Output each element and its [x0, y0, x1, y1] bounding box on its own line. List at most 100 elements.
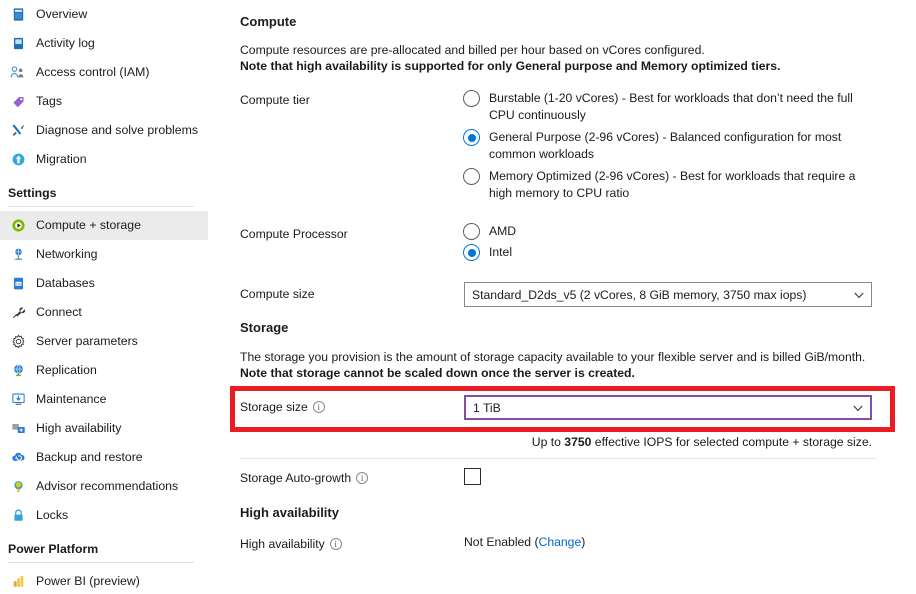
sidebar-item-label: Server parameters: [36, 334, 138, 348]
radio-burstable-label: Burstable (1-20 vCores) - Best for workl…: [489, 91, 853, 122]
sidebar-divider: [8, 206, 194, 207]
power-bi-icon: [8, 573, 28, 591]
sidebar-item-replication[interactable]: Replication: [0, 356, 208, 385]
radio-burstable[interactable]: [463, 90, 480, 107]
page-scrollbar-track[interactable]: [208, 0, 430, 594]
info-icon[interactable]: [329, 538, 342, 550]
compute-tier-radio-group[interactable]: Burstable (1-20 vCores) - Best for workl…: [463, 90, 888, 207]
storage-heading: Storage: [240, 320, 289, 335]
sidebar-item-label: Connect: [36, 305, 82, 319]
sidebar-item-overview[interactable]: Overview: [0, 0, 208, 29]
sidebar-item-advisor[interactable]: Advisor recommendations: [0, 472, 208, 501]
networking-icon: [8, 246, 28, 264]
sidebar-item-networking[interactable]: Networking: [0, 240, 208, 269]
sidebar-item-power-bi[interactable]: Power BI (preview): [0, 567, 208, 594]
sidebar-item-label: Databases: [36, 276, 95, 290]
migration-icon: [8, 151, 28, 169]
ha-status-suffix: ): [581, 535, 586, 549]
compute-description-line1: Compute resources are pre-allocated and …: [240, 43, 705, 57]
sidebar-item-backup-restore[interactable]: Backup and restore: [0, 443, 208, 472]
iops-prefix: Up to: [531, 435, 565, 449]
storage-size-label-text: Storage size: [240, 400, 308, 414]
radio-general-purpose-label: General Purpose (2-96 vCores) - Balanced…: [489, 130, 842, 161]
compute-description-line2: Note that high availability is supported…: [240, 59, 781, 73]
gear-icon: [8, 333, 28, 351]
svg-text:DB: DB: [16, 282, 21, 286]
compute-size-dropdown[interactable]: Standard_D2ds_v5 (2 vCores, 8 GiB memory…: [464, 282, 872, 307]
storage-description-line2: Note that storage cannot be scaled down …: [240, 366, 635, 380]
chevron-down-icon: [854, 292, 864, 298]
databases-icon: DB: [8, 275, 28, 293]
sidebar-item-connect[interactable]: Connect: [0, 298, 208, 327]
storage-size-label: Storage size: [240, 400, 325, 414]
storage-description-line1: The storage you provision is the amount …: [240, 350, 866, 364]
radio-intel[interactable]: [463, 244, 480, 261]
sidebar-item-label: Power BI (preview): [36, 574, 140, 588]
sidebar-item-label: Backup and restore: [36, 450, 143, 464]
storage-size-value: 1 TiB: [473, 400, 501, 415]
ha-status-prefix: Not Enabled (: [464, 535, 539, 549]
sidebar-item-databases[interactable]: DB Databases: [0, 269, 208, 298]
storage-autogrowth-label: Storage Auto-growth: [240, 471, 369, 485]
chevron-down-icon: [853, 405, 863, 411]
radio-intel-label: Intel: [489, 245, 513, 259]
storage-autogrowth-label-text: Storage Auto-growth: [240, 471, 352, 485]
sidebar-item-label: Locks: [36, 508, 69, 522]
storage-autogrowth-checkbox[interactable]: [464, 468, 481, 485]
radio-option-burstable[interactable]: Burstable (1-20 vCores) - Best for workl…: [463, 90, 888, 123]
access-control-icon: [8, 64, 28, 82]
section-divider: [240, 458, 876, 459]
sidebar-item-locks[interactable]: Locks: [0, 501, 208, 530]
sidebar-item-migration[interactable]: Migration: [0, 145, 208, 174]
sidebar-item-label: Overview: [36, 7, 88, 21]
iops-note: Up to 3750 effective IOPS for selected c…: [240, 434, 872, 450]
sidebar-item-server-parameters[interactable]: Server parameters: [0, 327, 208, 356]
sidebar-item-access-control[interactable]: Access control (IAM): [0, 58, 208, 87]
info-icon[interactable]: [312, 401, 325, 413]
radio-memory-optimized-label: Memory Optimized (2-96 vCores) - Best fo…: [489, 169, 856, 200]
sidebar-item-label: Activity log: [36, 36, 95, 50]
compute-size-label: Compute size: [240, 287, 315, 301]
radio-option-memory-optimized[interactable]: Memory Optimized (2-96 vCores) - Best fo…: [463, 168, 888, 201]
sidebar-item-label: High availability: [36, 421, 122, 435]
sidebar-item-maintenance[interactable]: Maintenance: [0, 385, 208, 414]
compute-storage-icon: [8, 217, 28, 235]
sidebar-group-power-platform: Power Platform: [8, 542, 99, 556]
portal-page: Overview Activity log Access control (IA…: [0, 0, 916, 594]
advisor-icon: [8, 478, 28, 496]
sidebar-item-tags[interactable]: Tags: [0, 87, 208, 116]
info-icon[interactable]: [356, 472, 369, 484]
tags-icon: [8, 93, 28, 111]
sidebar-item-compute-storage[interactable]: Compute + storage: [0, 211, 208, 240]
high-availability-status: Not Enabled (Change): [464, 534, 585, 550]
activity-log-icon: [8, 35, 28, 53]
storage-size-dropdown[interactable]: 1 TiB: [464, 395, 872, 420]
connect-icon: [8, 304, 28, 322]
sidebar-item-diagnose[interactable]: Diagnose and solve problems: [0, 116, 208, 145]
iops-value: 3750: [564, 435, 592, 449]
sidebar-item-label: Compute + storage: [36, 218, 141, 232]
compute-tier-label: Compute tier: [240, 93, 310, 107]
high-availability-icon: [8, 420, 28, 438]
radio-amd-label: AMD: [489, 224, 517, 238]
ha-change-link[interactable]: Change: [539, 535, 582, 549]
radio-general-purpose[interactable]: [463, 129, 480, 146]
radio-option-intel[interactable]: Intel: [463, 244, 763, 261]
high-availability-heading: High availability: [240, 505, 339, 520]
radio-amd[interactable]: [463, 223, 480, 240]
radio-option-general-purpose[interactable]: General Purpose (2-96 vCores) - Balanced…: [463, 129, 888, 162]
compute-processor-label: Compute Processor: [240, 227, 348, 241]
sidebar-divider-2: [8, 562, 194, 563]
main-content: Compute Compute resources are pre-alloca…: [224, 0, 916, 594]
replication-icon: [8, 362, 28, 380]
sidebar-item-label: Replication: [36, 363, 97, 377]
sidebar-group-settings: Settings: [8, 186, 57, 200]
sidebar-item-high-availability[interactable]: High availability: [0, 414, 208, 443]
compute-processor-radio-group[interactable]: AMD Intel: [463, 223, 763, 267]
radio-memory-optimized[interactable]: [463, 168, 480, 185]
sidebar-item-label: Advisor recommendations: [36, 479, 179, 493]
iops-suffix: effective IOPS for selected compute + st…: [591, 435, 872, 449]
radio-option-amd[interactable]: AMD: [463, 223, 763, 240]
sidebar-item-activity-log[interactable]: Activity log: [0, 29, 208, 58]
compute-heading: Compute: [240, 14, 297, 29]
